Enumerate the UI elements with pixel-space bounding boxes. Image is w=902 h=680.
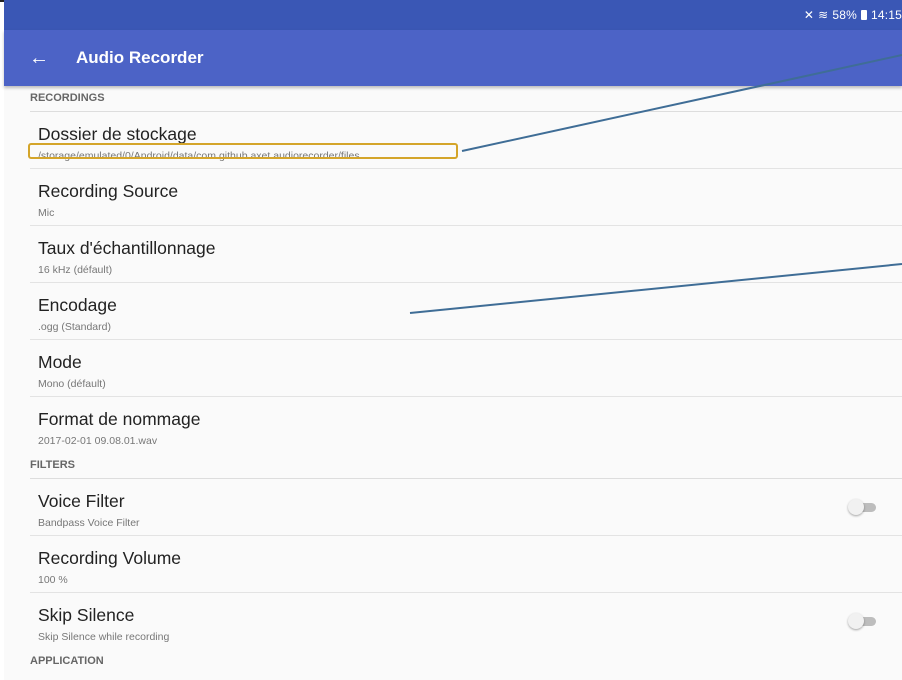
annotation-line-encoding xyxy=(409,263,902,314)
annotation-lines xyxy=(409,54,902,314)
annotation-line-storage xyxy=(461,54,902,152)
